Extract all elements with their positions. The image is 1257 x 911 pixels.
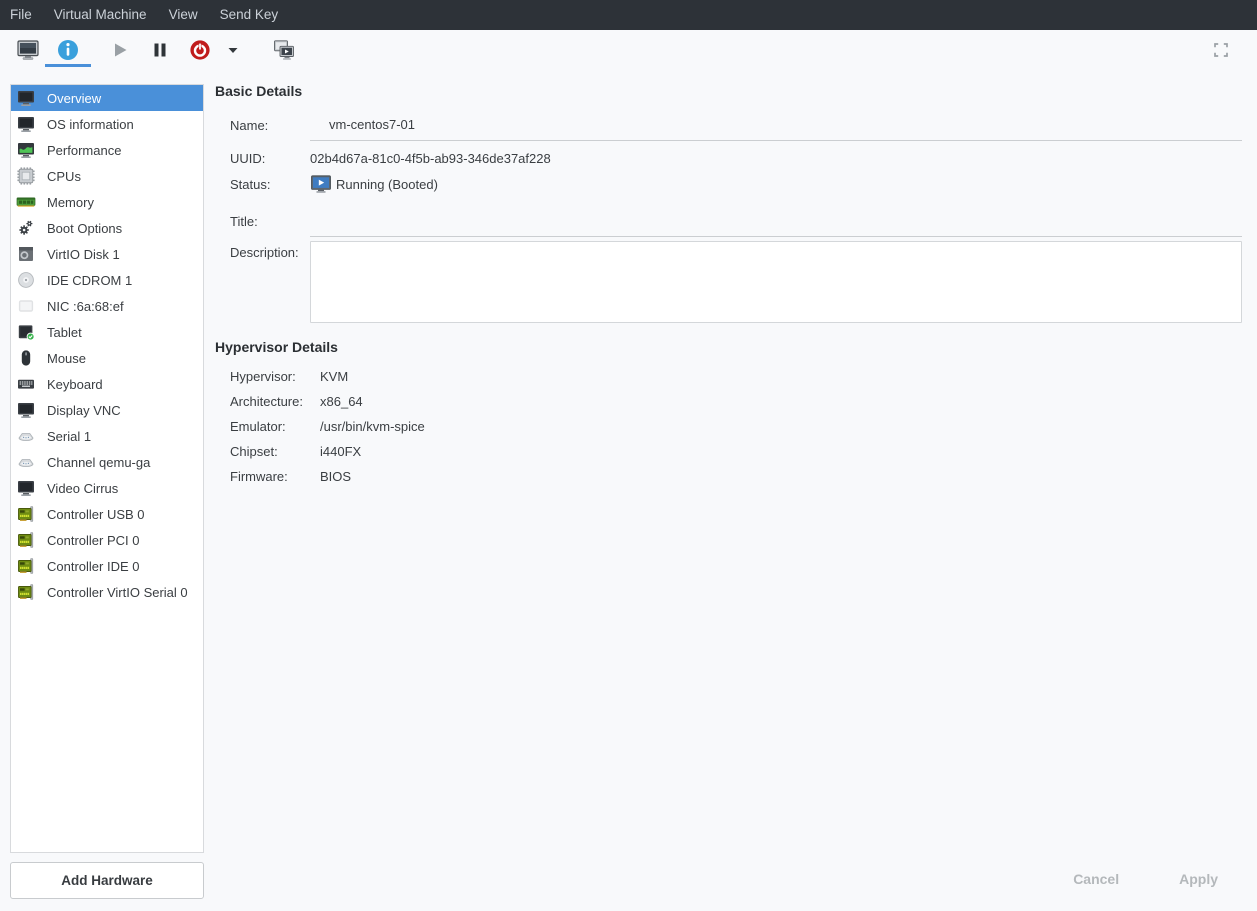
add-hardware-button[interactable]: Add Hardware [10,862,204,899]
sidebar-item-controller-virtio-serial-0[interactable]: Controller VirtIO Serial 0 [11,579,203,605]
fullscreen-icon [1213,42,1229,58]
description-textarea[interactable] [310,241,1242,323]
sidebar-item-channel-qemu-ga[interactable]: Channel qemu-ga [11,449,203,475]
sidebar-item-controller-ide-0[interactable]: Controller IDE 0 [11,553,203,579]
fullscreen-button[interactable] [1201,33,1241,67]
monitor-icon [16,88,36,108]
show-console-button[interactable] [8,33,48,67]
gear-icon [16,218,36,238]
pause-icon [148,38,172,62]
sidebar-item-os-information[interactable]: OS information [11,111,203,137]
pci-card-icon [16,582,36,602]
toolbar [0,30,1257,70]
hypervisor-detail-row: Hypervisor: KVM [230,364,1242,389]
sidebar-item-performance[interactable]: Performance [11,137,203,163]
disk-icon [16,244,36,264]
sidebar-item-memory[interactable]: Memory [11,189,203,215]
uuid-value: 02b4d67a-81c0-4f5b-ab93-346de37af228 [310,151,551,166]
sidebar-item-overview[interactable]: Overview [11,85,203,111]
menubar: File Virtual Machine View Send Key [0,0,1257,30]
uuid-label: UUID: [230,151,310,166]
nic-icon [16,296,36,316]
keyboard-icon [16,374,36,394]
console-monitor-icon [16,38,40,62]
display-icon [16,400,36,420]
cancel-button[interactable]: Cancel [1071,867,1121,891]
chevron-down-icon [225,42,241,58]
name-row: Name: vm-centos7-01 [230,110,1242,140]
hardware-panel: Overview OS information Performance CPUs… [10,84,204,911]
memory-icon [16,192,36,212]
mouse-icon [16,348,36,368]
details-content: Basic Details Name: vm-centos7-01 UUID: … [204,70,1257,911]
status-label: Status: [230,177,310,192]
hypervisor-detail-row: Emulator: /usr/bin/kvm-spice [230,414,1242,439]
pci-card-icon [16,556,36,576]
info-icon [56,38,80,62]
shutdown-power-icon [188,38,212,62]
menu-send-key[interactable]: Send Key [209,0,290,30]
hypervisor-detail-row: Architecture: x86_64 [230,389,1242,414]
title-input[interactable] [310,206,1242,237]
sidebar-item-ide-cdrom-1[interactable]: IDE CDROM 1 [11,267,203,293]
serial-icon [16,452,36,472]
sidebar-item-display-vnc[interactable]: Display VNC [11,397,203,423]
sidebar-item-virtio-disk-1[interactable]: VirtIO Disk 1 [11,241,203,267]
hypervisor-details-heading: Hypervisor Details [215,339,338,355]
sidebar-item-cpus[interactable]: CPUs [11,163,203,189]
monitor-icon [16,114,36,134]
pause-button[interactable] [140,33,180,67]
status-value: Running (Booted) [336,177,438,192]
description-row: Description: [230,241,1242,323]
show-details-button[interactable] [48,33,88,67]
screenshot-button[interactable] [264,33,304,67]
apply-button[interactable]: Apply [1177,867,1220,891]
basic-details-heading: Basic Details [215,83,302,99]
play-icon [108,38,132,62]
sidebar-item-controller-usb-0[interactable]: Controller USB 0 [11,501,203,527]
performance-chart-icon [16,140,36,160]
hardware-list: Overview OS information Performance CPUs… [10,84,204,853]
sidebar-item-video-cirrus[interactable]: Video Cirrus [11,475,203,501]
sidebar-item-mouse[interactable]: Mouse [11,345,203,371]
description-label: Description: [230,241,310,323]
sidebar-item-keyboard[interactable]: Keyboard [11,371,203,397]
sidebar-item-nic[interactable]: NIC :6a:68:ef [11,293,203,319]
title-label: Title: [230,214,310,229]
shutdown-menu-button[interactable] [220,33,246,67]
dual-monitor-icon [272,38,296,62]
serial-icon [16,426,36,446]
footer-actions: Cancel Apply [1071,867,1220,891]
title-row: Title: [230,206,1242,236]
running-monitor-icon [310,174,332,194]
tablet-icon [16,322,36,342]
uuid-row: UUID: 02b4d67a-81c0-4f5b-ab93-346de37af2… [230,145,1242,171]
status-row: Status: Running (Booted) [230,171,1242,197]
sidebar-item-boot-options[interactable]: Boot Options [11,215,203,241]
name-value: vm-centos7-01 [310,117,415,132]
name-input[interactable]: vm-centos7-01 [310,110,1242,141]
display-icon [16,478,36,498]
shutdown-button[interactable] [180,33,220,67]
hypervisor-detail-row: Firmware: BIOS [230,464,1242,489]
sidebar-item-tablet[interactable]: Tablet [11,319,203,345]
name-label: Name: [230,118,310,133]
virt-manager-vm-details-window: File Virtual Machine View Send Key Overv… [0,0,1257,911]
hypervisor-details-rows: Hypervisor: KVM Architecture: x86_64 Emu… [230,364,1242,489]
pci-card-icon [16,530,36,550]
menu-view[interactable]: View [158,0,209,30]
cdrom-icon [16,270,36,290]
cpu-icon [16,166,36,186]
sidebar-item-controller-pci-0[interactable]: Controller PCI 0 [11,527,203,553]
pci-card-icon [16,504,36,524]
run-button[interactable] [100,33,140,67]
menu-virtual-machine[interactable]: Virtual Machine [43,0,158,30]
hypervisor-detail-row: Chipset: i440FX [230,439,1242,464]
vm-details-body: Overview OS information Performance CPUs… [0,70,1257,911]
menu-file[interactable]: File [0,0,43,30]
sidebar-item-serial-1[interactable]: Serial 1 [11,423,203,449]
